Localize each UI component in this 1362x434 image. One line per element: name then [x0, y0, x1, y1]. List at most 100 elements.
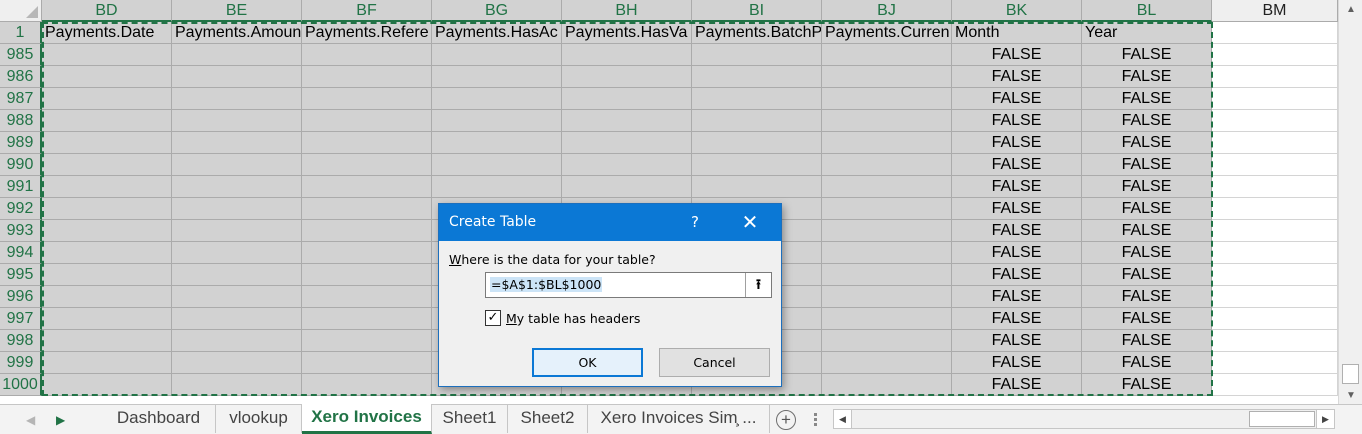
grid-cell[interactable] [822, 308, 952, 330]
grid-cell[interactable] [432, 176, 562, 198]
tab-scroll-left-icon[interactable]: ◀ [26, 405, 35, 434]
grid-cell[interactable] [42, 110, 172, 132]
grid-cell[interactable] [42, 66, 172, 88]
grid-cell[interactable] [172, 132, 302, 154]
grid-cell[interactable] [42, 44, 172, 66]
grid-cell[interactable] [172, 374, 302, 396]
grid-cell[interactable]: FALSE [952, 110, 1082, 132]
grid-cell[interactable] [822, 286, 952, 308]
grid-cell[interactable] [42, 330, 172, 352]
grid-cell[interactable] [172, 330, 302, 352]
grid-cell[interactable] [302, 44, 432, 66]
grid-cell[interactable] [172, 198, 302, 220]
grid-cell[interactable] [822, 242, 952, 264]
grid-cell[interactable] [172, 308, 302, 330]
scroll-right-arrow-icon[interactable]: ▶ [1316, 410, 1334, 428]
grid-cell[interactable]: Payments.Date [42, 22, 172, 44]
grid-cell[interactable] [1212, 66, 1338, 88]
grid-cell[interactable] [822, 132, 952, 154]
grid-cell[interactable] [302, 110, 432, 132]
grid-cell[interactable] [822, 352, 952, 374]
grid-cell[interactable] [1212, 286, 1338, 308]
column-header-bi[interactable]: BI [692, 0, 822, 22]
grid-cell[interactable] [692, 88, 822, 110]
grid-cell[interactable] [432, 44, 562, 66]
grid-cell[interactable] [42, 374, 172, 396]
grid-cell[interactable]: FALSE [952, 44, 1082, 66]
grid-cell[interactable] [822, 198, 952, 220]
grid-cell[interactable] [692, 154, 822, 176]
grid-cell[interactable] [42, 264, 172, 286]
row-header[interactable]: 996 [0, 286, 42, 308]
sheet-tab-sheet1[interactable]: Sheet1 [432, 405, 508, 433]
grid-cell[interactable] [822, 330, 952, 352]
grid-cell[interactable]: FALSE [952, 264, 1082, 286]
grid-cell[interactable]: FALSE [1082, 154, 1212, 176]
grid-cell[interactable] [1212, 308, 1338, 330]
grid-cell[interactable] [1212, 242, 1338, 264]
grid-cell[interactable] [42, 352, 172, 374]
grid-cell[interactable]: Payments.BatchP [692, 22, 822, 44]
scroll-left-arrow-icon[interactable]: ◀ [834, 410, 852, 428]
cancel-button[interactable]: Cancel [659, 348, 770, 377]
grid-cell[interactable] [172, 176, 302, 198]
grid-cell[interactable] [432, 110, 562, 132]
row-header[interactable]: 997 [0, 308, 42, 330]
grid-cell[interactable] [42, 220, 172, 242]
dialog-titlebar[interactable]: Create Table ? ✕ [439, 204, 781, 241]
column-header-bf[interactable]: BF [302, 0, 432, 22]
grid-cell[interactable]: FALSE [952, 198, 1082, 220]
grid-cell[interactable]: Year [1082, 22, 1212, 44]
grid-cell[interactable]: Payments.Amoun [172, 22, 302, 44]
row-header[interactable]: 998 [0, 330, 42, 352]
grid-cell[interactable] [302, 220, 432, 242]
grid-cell[interactable] [172, 44, 302, 66]
grid-cell[interactable] [302, 264, 432, 286]
row-header[interactable]: 993 [0, 220, 42, 242]
row-header[interactable]: 1000 [0, 374, 42, 396]
grid-cell[interactable] [1212, 198, 1338, 220]
grid-cell[interactable]: FALSE [952, 220, 1082, 242]
grid-cell[interactable]: Month [952, 22, 1082, 44]
scroll-up-arrow-icon[interactable]: ▲ [1339, 0, 1362, 20]
grid-cell[interactable] [562, 154, 692, 176]
grid-cell[interactable] [1212, 22, 1338, 44]
horizontal-scrollbar[interactable]: ◀ ▶ [833, 409, 1335, 429]
range-input[interactable]: =$A$1:$BL$1000 ⭱ [485, 272, 772, 298]
grid-cell[interactable]: Payments.Curren [822, 22, 952, 44]
grid-cell[interactable] [172, 242, 302, 264]
grid-cell[interactable] [172, 352, 302, 374]
grid-cell[interactable] [172, 88, 302, 110]
grid-cell[interactable] [42, 88, 172, 110]
grid-cell[interactable] [42, 132, 172, 154]
grid-cell[interactable] [1212, 154, 1338, 176]
grid-cell[interactable]: FALSE [1082, 88, 1212, 110]
grid-cell[interactable] [432, 154, 562, 176]
sheet-tab-xero-invoices[interactable]: Xero Invoices [302, 404, 432, 434]
column-header-bh[interactable]: BH [562, 0, 692, 22]
row-header[interactable]: 994 [0, 242, 42, 264]
grid-cell[interactable] [42, 286, 172, 308]
column-header-be[interactable]: BE [172, 0, 302, 22]
grid-cell[interactable]: FALSE [952, 66, 1082, 88]
grid-cell[interactable] [302, 88, 432, 110]
grid-cell[interactable] [1212, 88, 1338, 110]
grid-cell[interactable] [42, 198, 172, 220]
grid-cell[interactable] [1212, 330, 1338, 352]
grid-cell[interactable] [302, 198, 432, 220]
grid-cell[interactable]: Payments.HasVa [562, 22, 692, 44]
collapse-dialog-icon[interactable]: ⭱ [745, 273, 771, 297]
grid-cell[interactable] [1212, 44, 1338, 66]
row-header[interactable]: 987 [0, 88, 42, 110]
row-header[interactable]: 1 [0, 22, 42, 44]
grid-cell[interactable]: FALSE [952, 242, 1082, 264]
grid-cell[interactable]: FALSE [952, 88, 1082, 110]
row-header[interactable]: 990 [0, 154, 42, 176]
grid-cell[interactable] [42, 308, 172, 330]
grid-cell[interactable]: FALSE [1082, 242, 1212, 264]
grid-cell[interactable]: FALSE [952, 132, 1082, 154]
row-header[interactable]: 992 [0, 198, 42, 220]
headers-checkbox-label[interactable]: My table has headers [506, 311, 640, 326]
grid-cell[interactable]: FALSE [1082, 264, 1212, 286]
grid-cell[interactable] [562, 110, 692, 132]
